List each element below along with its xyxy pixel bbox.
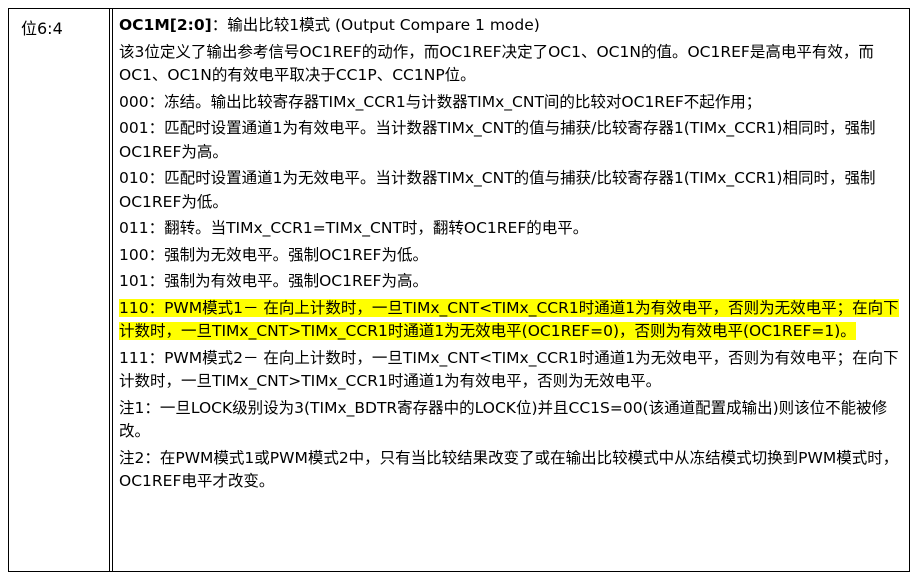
paragraph-mode-111: 111：PWM模式2－ 在向上计数时，一旦TIMx_CNT<TIMx_CCR1时…: [119, 348, 899, 391]
highlight-span: 110：PWM模式1－ 在向上计数时，一旦TIMx_CNT<TIMx_CCR1时…: [119, 298, 899, 340]
paragraph-mode-101: 101：强制为有效电平。强制OC1REF为高。: [119, 272, 428, 290]
field-description: OC1M[2:0]：输出比较1模式 (Output Compare 1 mode…: [119, 14, 899, 497]
field-title: OC1M[2:0]：输出比较1模式 (Output Compare 1 mode…: [119, 14, 899, 38]
paragraph-mode-010: 010：匹配时设置通道1为无效电平。当计数器TIMx_CNT的值与捕获/比较寄存…: [119, 169, 876, 211]
column-divider: [109, 9, 110, 571]
paragraph-note-2: 注2：在PWM模式1或PWM模式2中，只有当比较结果改变了或在输出比较模式中从冻…: [119, 448, 899, 491]
paragraph-mode-000: 000：冻结。输出比较寄存器TIMx_CCR1与计数器TIMx_CNT间的比较对…: [119, 92, 762, 111]
paragraph-mode-100: 100：强制为无效电平。强制OC1REF为低。: [119, 245, 428, 264]
paragraph-mode-110-highlighted: 110：PWM模式1－ 在向上计数时，一旦TIMx_CNT<TIMx_CCR1时…: [119, 297, 899, 344]
paragraph-mode-001: 001：匹配时设置通道1为有效电平。当计数器TIMx_CNT的值与捕获/比较寄存…: [119, 119, 876, 161]
paragraph-desc: 该3位定义了输出参考信号OC1REF的动作，而OC1REF决定了OC1、OC1N…: [119, 42, 874, 85]
paragraph-mode-011: 011：翻转。当TIMx_CCR1=TIMx_CNT时，翻转OC1REF的电平。: [119, 219, 589, 237]
paragraph-note-1: 注1：一旦LOCK级别设为3(TIMx_BDTR寄存器中的LOCK位)并且CC1…: [119, 398, 888, 441]
field-title-text: ：输出比较1模式 (Output Compare 1 mode): [211, 16, 540, 34]
column-divider-double: [112, 9, 113, 571]
bit-range-label: 位6:4: [21, 19, 63, 38]
register-field-table: 位6:4 OC1M[2:0]：输出比较1模式 (Output Compare 1…: [8, 8, 910, 572]
field-name: OC1M[2:0]: [119, 16, 212, 34]
